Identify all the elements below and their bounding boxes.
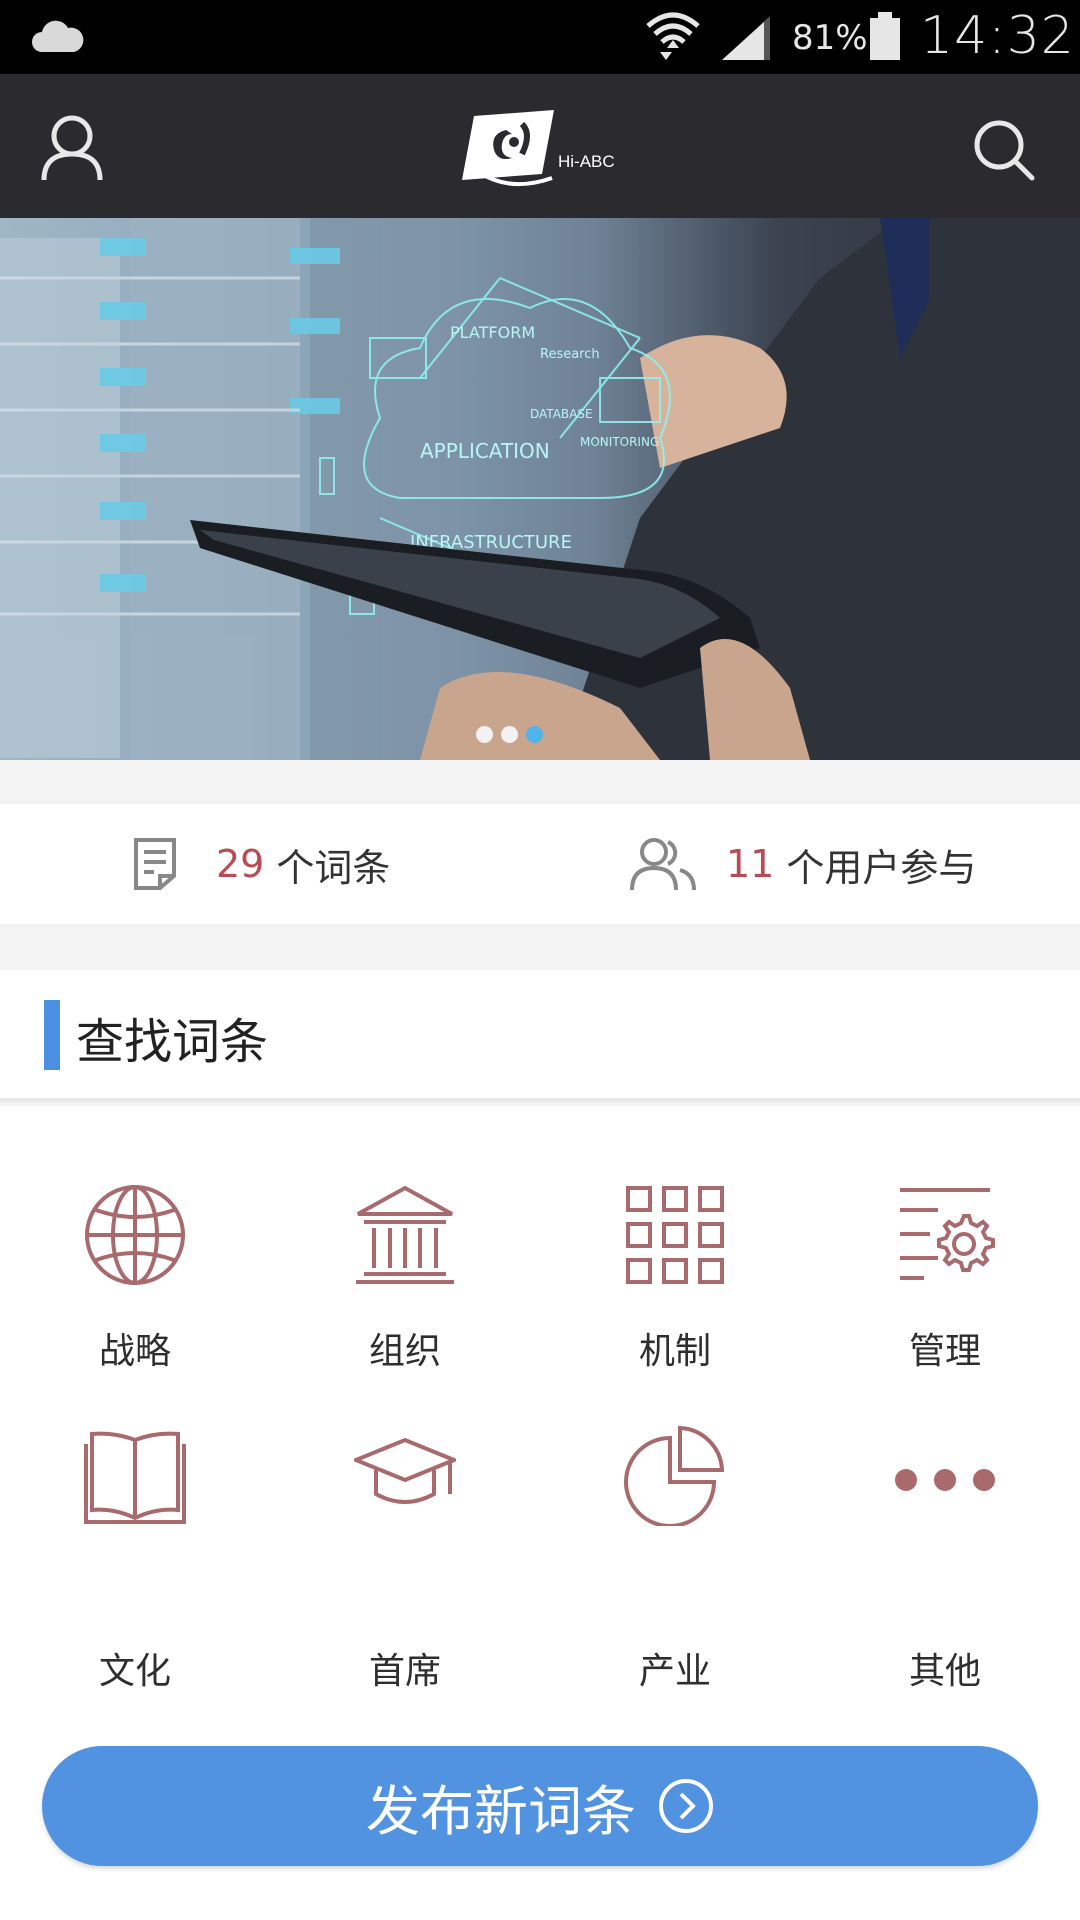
settings-list-icon xyxy=(900,1188,995,1280)
stats-bar: 29 个词条 11 个用户参与 xyxy=(0,804,1080,924)
app-header: Hi-ABC xyxy=(0,74,1080,218)
cloud-word: APPLICATION xyxy=(420,439,550,463)
entries-label: 个词条 xyxy=(276,845,391,890)
category-other[interactable]: 其他 xyxy=(810,1416,1080,1716)
category-label: 其他 xyxy=(908,1651,981,1692)
section-accent-bar xyxy=(44,1000,60,1070)
globe-icon xyxy=(85,1185,185,1285)
cloud-word: Research xyxy=(540,347,600,362)
institution-icon xyxy=(356,1185,454,1284)
carousel-indicator xyxy=(476,726,543,743)
battery-percent: 81% xyxy=(792,18,868,58)
category-label: 首席 xyxy=(368,1651,441,1692)
category-management[interactable]: 管理 xyxy=(810,1106,1080,1406)
category-industry[interactable]: 产业 xyxy=(540,1416,810,1716)
category-culture[interactable]: 文化 xyxy=(0,1416,270,1716)
cloud-icon xyxy=(32,20,84,52)
wifi-icon xyxy=(646,12,700,60)
publish-area: 发布新词条 xyxy=(0,1722,1080,1920)
hero-banner[interactable]: PLATFORM Research APPLICATION INFRASTRUC… xyxy=(0,218,1080,760)
logo-text: Hi-ABC xyxy=(558,152,615,171)
users-stat: 11 个用户参与 xyxy=(628,832,976,896)
arrow-circle-icon xyxy=(659,1779,713,1833)
status-bar: 81% 14:32 xyxy=(0,0,1080,74)
user-icon[interactable] xyxy=(40,114,104,182)
carousel-dot[interactable] xyxy=(501,726,518,743)
clock: 14:32 xyxy=(920,6,1075,66)
carousel-dot[interactable] xyxy=(476,726,493,743)
publish-label: 发布新词条 xyxy=(366,1781,636,1842)
entries-stat: 29 个词条 xyxy=(132,832,390,896)
carousel-dot-active[interactable] xyxy=(526,726,543,743)
section-header: 查找词条 xyxy=(0,970,1080,1102)
signal-icon xyxy=(722,16,770,60)
cloud-word: MONITORING xyxy=(580,435,659,449)
graduation-cap-icon xyxy=(354,1437,456,1504)
users-label: 个用户参与 xyxy=(786,845,977,890)
more-dots-icon xyxy=(895,1469,995,1491)
grid-icon xyxy=(626,1186,724,1284)
app-logo: Hi-ABC xyxy=(462,108,622,188)
battery-icon xyxy=(870,12,900,60)
category-label: 战略 xyxy=(98,1331,171,1372)
section-title: 查找词条 xyxy=(76,1014,269,1070)
book-icon xyxy=(84,1431,186,1524)
category-grid: 战略 组织 机制 管理 文化 首席 产业 其他 xyxy=(0,1106,1080,1722)
category-strategy[interactable]: 战略 xyxy=(0,1106,270,1406)
category-organization[interactable]: 组织 xyxy=(270,1106,540,1406)
category-label: 管理 xyxy=(908,1331,981,1372)
category-label: 产业 xyxy=(638,1651,711,1692)
category-label: 组织 xyxy=(368,1331,441,1372)
category-label: 机制 xyxy=(638,1331,711,1372)
users-icon xyxy=(630,838,696,891)
category-chief[interactable]: 首席 xyxy=(270,1416,540,1716)
pie-chart-icon xyxy=(624,1425,725,1526)
logo-mark-icon xyxy=(462,110,554,187)
banner-image: PLATFORM Research APPLICATION INFRASTRUC… xyxy=(0,218,1080,760)
category-mechanism[interactable]: 机制 xyxy=(540,1106,810,1406)
category-label: 文化 xyxy=(98,1651,171,1692)
entries-count: 29 xyxy=(216,842,265,886)
users-count: 11 xyxy=(726,842,775,886)
document-icon xyxy=(134,838,176,890)
cloud-word: PLATFORM xyxy=(450,323,535,342)
search-icon[interactable] xyxy=(972,118,1036,182)
cloud-word: DATABASE xyxy=(530,407,593,421)
publish-entry-button[interactable]: 发布新词条 xyxy=(42,1746,1038,1866)
